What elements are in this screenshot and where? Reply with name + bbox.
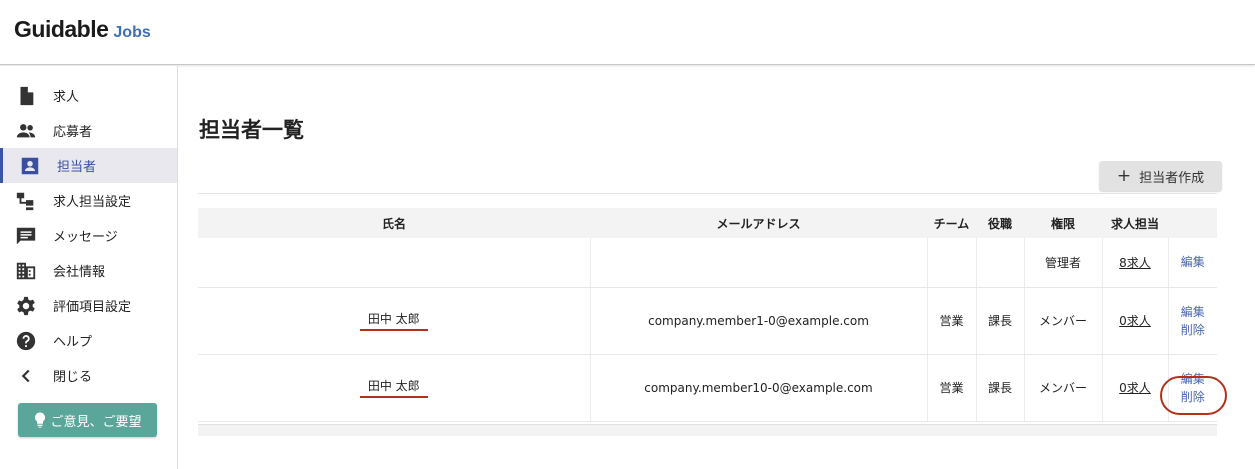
sidebar-item-label: 求人担当設定: [53, 195, 132, 210]
header-permission: 権限: [1050, 216, 1075, 231]
edit-link[interactable]: 編集: [1169, 370, 1218, 388]
sidebar-item-staff[interactable]: 担当者: [0, 148, 177, 183]
jobs-link[interactable]: 8求人: [1119, 256, 1151, 270]
page-title: 担当者一覧: [199, 118, 304, 142]
cell-permission: メンバー: [1024, 354, 1103, 422]
delete-link[interactable]: 削除: [1169, 321, 1218, 339]
sidebar-item-label: ヘルプ: [53, 335, 93, 350]
sidebar-item-messages[interactable]: メッセージ: [0, 218, 177, 253]
hierarchy-icon: [14, 189, 38, 213]
cell-jobs: 8求人: [1102, 238, 1169, 288]
staff-name: 田中 太郎: [359, 310, 428, 331]
sidebar-item-label: 閉じる: [53, 370, 93, 385]
feedback-label: ご意見、ご要望: [50, 414, 142, 430]
building-icon: [14, 259, 38, 283]
sidebar-item-company[interactable]: 会社情報: [0, 253, 177, 288]
staff-table: 氏名 メールアドレス チーム 役職 権限 求人担当 管理者 8求人 編集 田中 …: [198, 208, 1217, 422]
edit-link[interactable]: 編集: [1169, 253, 1218, 271]
cell-role: [976, 238, 1025, 288]
edit-link[interactable]: 編集: [1169, 303, 1218, 321]
create-staff-label: 担当者作成: [1139, 170, 1205, 186]
table-row: 管理者 8求人 編集: [198, 238, 1218, 288]
header-role: 役職: [987, 216, 1012, 231]
document-icon: [14, 84, 38, 108]
cell-permission: 管理者: [1024, 238, 1103, 288]
gear-icon: [14, 294, 38, 318]
cell-name: 田中 太郎: [198, 354, 591, 422]
jobs-link[interactable]: 0求人: [1119, 381, 1151, 395]
sidebar-item-applicants[interactable]: 応募者: [0, 113, 177, 148]
person-badge-icon: [18, 154, 42, 178]
sidebar-item-evaluation-settings[interactable]: 評価項目設定: [0, 288, 177, 323]
sidebar-nav: 求人 応募者 担当者 求人担当設定 メッセージ 会社情報 評価項目設定 ヘルプ …: [0, 78, 177, 393]
cell-email: company.member1-0@example.com: [590, 287, 928, 355]
header-email: メールアドレス: [716, 216, 801, 231]
cell-jobs: 0求人: [1102, 354, 1169, 422]
sidebar-item-label: 担当者: [57, 160, 97, 175]
sidebar-item-jobs[interactable]: 求人: [0, 78, 177, 113]
sidebar-item-label: 応募者: [53, 125, 93, 140]
header-name: 氏名: [381, 216, 406, 231]
cell-team: 営業: [927, 287, 977, 355]
cell-name: 田中 太郎: [198, 287, 591, 355]
header-actions: [1168, 208, 1217, 238]
people-icon: [14, 119, 38, 143]
sidebar-item-help[interactable]: ヘルプ: [0, 323, 177, 358]
cell-jobs: 0求人: [1102, 287, 1169, 355]
table-row: 田中 太郎 company.member10-0@example.com 営業 …: [198, 354, 1218, 422]
feedback-button[interactable]: ご意見、ご要望: [18, 403, 157, 437]
help-icon: [14, 329, 38, 353]
table-footer: [198, 424, 1217, 436]
lightbulb-icon: [35, 412, 46, 428]
app-header: Guidable Jobs: [0, 0, 1255, 65]
header-team: チーム: [933, 216, 970, 231]
plus-icon: +: [1116, 165, 1132, 186]
cell-permission: メンバー: [1024, 287, 1103, 355]
chevron-left-icon: [14, 364, 38, 388]
message-icon: [14, 224, 38, 248]
table-header-row: 氏名 メールアドレス チーム 役職 権限 求人担当: [198, 208, 1217, 238]
sidebar-item-label: 求人: [53, 90, 80, 105]
cell-actions: 編集 削除: [1168, 354, 1218, 422]
cell-email: [590, 238, 928, 288]
logo[interactable]: Guidable Jobs: [14, 16, 151, 43]
cell-email: company.member10-0@example.com: [590, 354, 928, 422]
logo-text: Guidable: [14, 16, 109, 42]
delete-link[interactable]: 削除: [1169, 388, 1218, 406]
cell-team: [927, 238, 977, 288]
sidebar-item-label: メッセージ: [53, 230, 118, 245]
jobs-link[interactable]: 0求人: [1119, 314, 1151, 328]
cell-role: 課長: [976, 287, 1025, 355]
create-staff-button[interactable]: + 担当者作成: [1099, 161, 1222, 191]
cell-role: 課長: [976, 354, 1025, 422]
logo-subtext: Jobs: [113, 24, 151, 41]
sidebar-item-label: 会社情報: [53, 265, 106, 280]
sidebar-item-job-assignment[interactable]: 求人担当設定: [0, 183, 177, 218]
table-row: 田中 太郎 company.member1-0@example.com 営業 課…: [198, 287, 1218, 355]
sidebar-item-close[interactable]: 閉じる: [0, 358, 177, 393]
cell-team: 営業: [927, 354, 977, 422]
cell-actions: 編集 削除: [1168, 287, 1218, 355]
sidebar: 求人 応募者 担当者 求人担当設定 メッセージ 会社情報 評価項目設定 ヘルプ …: [0, 66, 178, 469]
staff-name: 田中 太郎: [359, 377, 428, 398]
staff-table-container: 氏名 メールアドレス チーム 役職 権限 求人担当 管理者 8求人 編集 田中 …: [198, 193, 1217, 436]
header-jobs: 求人担当: [1110, 216, 1159, 231]
cell-actions: 編集: [1168, 238, 1218, 288]
cell-name: [198, 238, 591, 288]
sidebar-item-label: 評価項目設定: [53, 300, 132, 315]
